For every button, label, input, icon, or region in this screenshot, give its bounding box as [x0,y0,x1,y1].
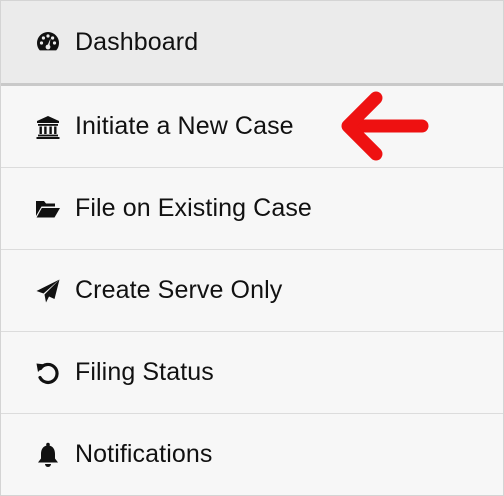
nav-item-label: Dashboard [75,27,199,56]
nav-item-label: Notifications [75,440,213,468]
side-nav: Dashboard Initiate a New Case File on Ex… [0,0,504,496]
nav-item-label: Filing Status [75,358,214,386]
dashboard-icon [35,29,61,55]
nav-item-label: File on Existing Case [75,194,312,222]
nav-item-label: Initiate a New Case [75,112,294,140]
folder-open-icon [35,196,61,222]
nav-item-label: Create Serve Only [75,276,283,304]
bank-icon [35,114,61,140]
undo-icon [35,360,61,386]
paper-plane-icon [35,278,61,304]
bell-icon [35,442,61,468]
red-arrow-icon [341,91,429,161]
nav-item-notifications[interactable]: Notifications [1,414,503,495]
nav-item-create-serve-only[interactable]: Create Serve Only [1,250,503,331]
nav-item-file-existing-case[interactable]: File on Existing Case [1,168,503,249]
nav-item-dashboard[interactable]: Dashboard [1,1,503,83]
nav-item-filing-status[interactable]: Filing Status [1,332,503,413]
